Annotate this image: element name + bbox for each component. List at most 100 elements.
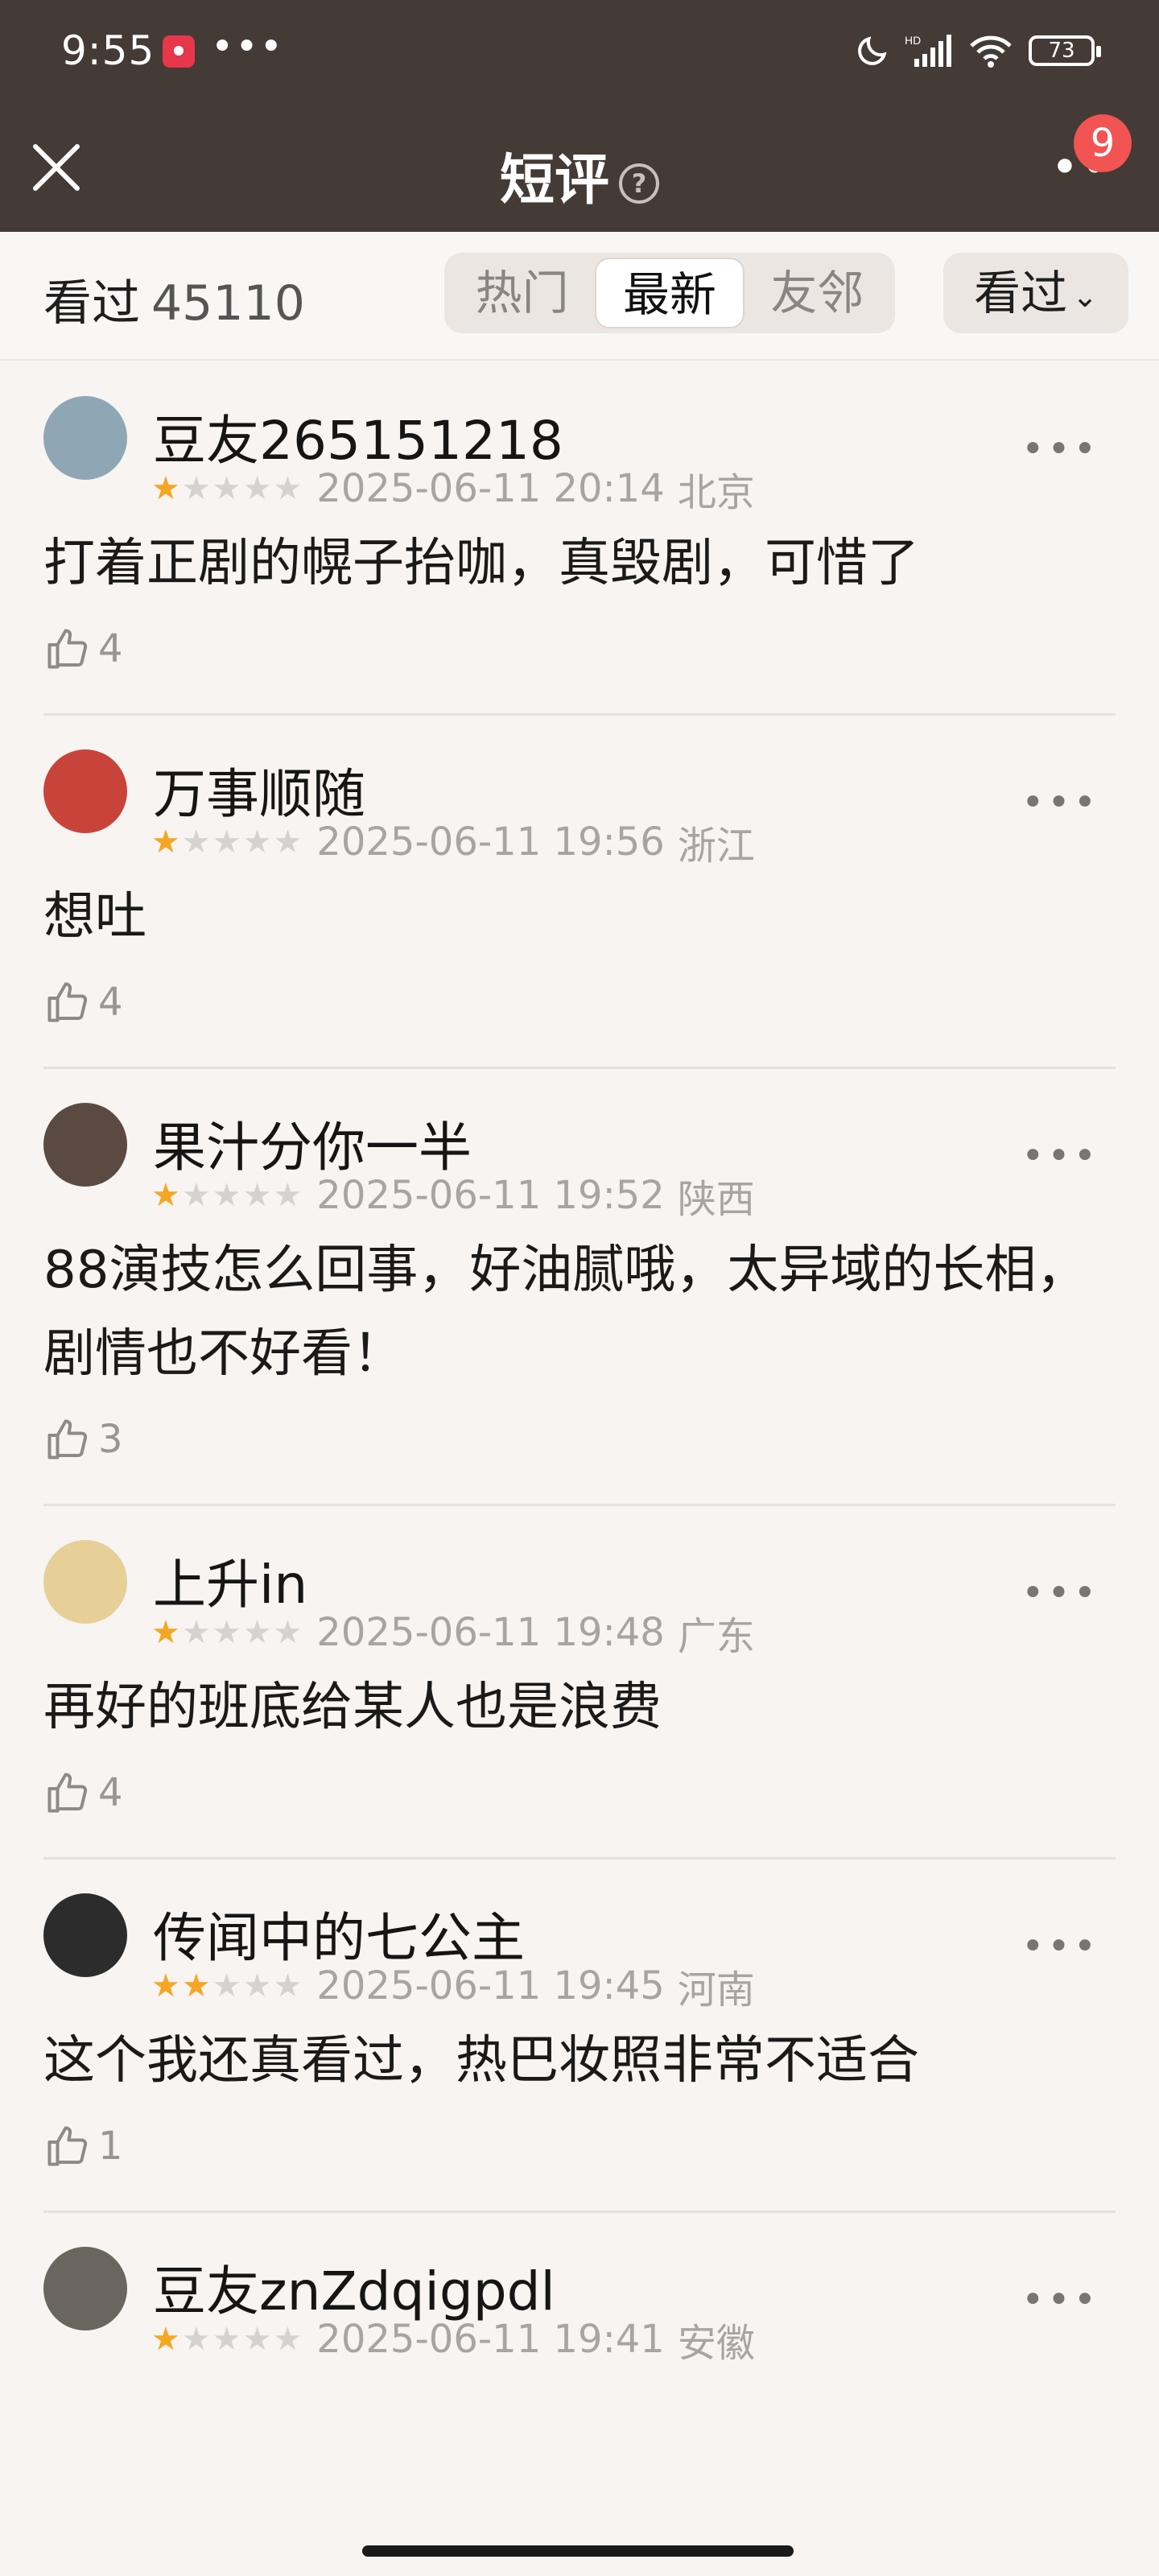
comment-item[interactable]: 果汁分你一半 ★ ★ ★ ★ ★ 2025-06-11 19:52 陕西 ••• 88演技怎么回事…	[0, 1069, 1159, 1506]
rating-stars: ★ ★ ★ ★ ★	[151, 473, 302, 505]
comment-location: 安徽	[677, 2321, 755, 2366]
avatar[interactable]	[43, 749, 127, 833]
page-title: 短评	[499, 149, 609, 213]
help-icon[interactable]: ?	[619, 163, 659, 204]
comment-item[interactable]: 上升in ★ ★ ★ ★ ★ 2025-06-11 19:48 广东 ••• 再好的班底给某人也是…	[0, 1506, 1159, 1860]
home-indicator[interactable]	[362, 2545, 794, 2557]
comment-datetime: 2025-06-11 19:52	[316, 1173, 665, 1218]
like-button[interactable]: 3	[43, 1407, 1116, 1472]
comment-header: 豆友265151218 ★ ★ ★ ★ ★ 2025-06-11 20:14 北京 •••	[43, 362, 1116, 515]
like-count: 4	[98, 1770, 123, 1815]
avatar[interactable]	[43, 1540, 127, 1624]
comment-location: 陕西	[677, 1177, 755, 1222]
star-icon: ★	[181, 1967, 211, 2004]
avatar[interactable]	[43, 396, 127, 480]
star-icon: ★	[181, 1614, 211, 1651]
rating-stars: ★ ★ ★ ★ ★	[151, 1179, 302, 1212]
star-icon: ★	[242, 2321, 272, 2358]
star-icon: ★	[212, 470, 241, 507]
comment-location: 河南	[677, 1967, 755, 2013]
like-button[interactable]: 4	[43, 617, 1116, 681]
star-icon: ★	[181, 1177, 211, 1214]
comment-meta: ★ ★ ★ ★ ★ 2025-06-11 19:56 浙江	[151, 814, 755, 870]
comment-datetime: 2025-06-11 19:56	[316, 819, 665, 865]
comment-list: 豆友265151218 ★ ★ ★ ★ ★ 2025-06-11 20:14 北京 ••• 打着正…	[0, 362, 1159, 2366]
comment-item[interactable]: 豆友znZdqigpdl ★ ★ ★ ★ ★ 2025-06-11 19:41 安徽 •••	[0, 2213, 1159, 2366]
signal-icon: HD	[905, 34, 951, 67]
filter-bar: 看过 45110 热门 最新 友邻 看过 ⌄	[0, 232, 1159, 361]
comment-more-button[interactable]: •••	[1021, 1133, 1099, 1179]
like-button[interactable]: 4	[43, 970, 1116, 1034]
thumbs-up-icon	[47, 1773, 88, 1813]
avatar[interactable]	[43, 1103, 127, 1187]
comment-meta: ★ ★ ★ ★ ★ 2025-06-11 19:41 安徽	[151, 2311, 755, 2368]
like-button[interactable]: 4	[43, 1761, 1116, 1825]
star-icon: ★	[242, 1177, 272, 1214]
chevron-down-icon: ⌄	[1072, 278, 1098, 314]
battery-icon: 73	[1029, 35, 1101, 66]
tab-hot[interactable]: 热门	[449, 258, 595, 328]
like-count: 1	[98, 2124, 123, 2169]
thumbs-up-icon	[47, 2126, 88, 2166]
comment-meta: ★ ★ ★ ★ ★ 2025-06-11 19:48 广东	[151, 1604, 755, 1661]
comment-more-button[interactable]: •••	[1021, 427, 1099, 472]
comment-datetime: 2025-06-11 20:14	[316, 466, 665, 511]
star-icon: ★	[212, 2321, 241, 2358]
comment-datetime: 2025-06-11 19:45	[316, 1963, 665, 2008]
seen-number: 45110	[151, 275, 305, 332]
avatar[interactable]	[43, 2247, 127, 2330]
like-count: 4	[98, 626, 123, 671]
comment-meta: ★ ★ ★ ★ ★ 2025-06-11 20:14 北京	[151, 460, 755, 517]
svg-text:HD: HD	[905, 34, 921, 47]
like-button[interactable]: 1	[43, 2114, 1116, 2178]
comment-location: 北京	[677, 470, 755, 515]
notification-badge[interactable]: 9	[1074, 114, 1132, 172]
star-icon: ★	[151, 1177, 180, 1214]
star-icon: ★	[212, 1967, 241, 2004]
tab-friends[interactable]: 友邻	[744, 258, 890, 328]
comment-item[interactable]: 万事顺随 ★ ★ ★ ★ ★ 2025-06-11 19:56 浙江 ••• 想吐 4	[0, 716, 1159, 1069]
thumbs-up-icon	[47, 982, 88, 1022]
comment-header: 万事顺随 ★ ★ ★ ★ ★ 2025-06-11 19:56 浙江 •••	[43, 716, 1116, 869]
seen-label: 看过	[43, 275, 140, 332]
like-count: 4	[98, 980, 123, 1025]
comment-more-button[interactable]: •••	[1021, 1571, 1099, 1616]
status-filter-dropdown[interactable]: 看过 ⌄	[943, 253, 1128, 333]
app-notification-icon	[163, 35, 195, 68]
comment-item[interactable]: 传闻中的七公主 ★ ★ ★ ★ ★ 2025-06-11 19:45 河南 ••• 这个我还真看过…	[0, 1860, 1159, 2213]
comment-item[interactable]: 豆友265151218 ★ ★ ★ ★ ★ 2025-06-11 20:14 北京 ••• 打着正…	[0, 362, 1159, 716]
comment-more-button[interactable]: •••	[1021, 780, 1099, 825]
star-icon: ★	[212, 1614, 241, 1651]
star-icon: ★	[273, 1967, 303, 2004]
comment-meta: ★ ★ ★ ★ ★ 2025-06-11 19:45 河南	[151, 1958, 755, 2014]
star-icon: ★	[242, 470, 272, 507]
comment-location: 浙江	[677, 824, 755, 869]
star-icon: ★	[151, 2321, 180, 2358]
star-icon: ★	[273, 824, 303, 861]
comment-datetime: 2025-06-11 19:48	[316, 1610, 665, 1655]
star-icon: ★	[151, 470, 180, 507]
sort-tabs: 热门 最新 友邻	[444, 253, 895, 333]
star-icon: ★	[273, 2321, 303, 2358]
comment-text: 打着正剧的幌子抬咖，真毁剧，可惜了	[43, 534, 919, 593]
status-more-dots: •••	[211, 24, 284, 69]
comment-text: 想吐	[43, 887, 146, 947]
avatar[interactable]	[43, 1893, 127, 1977]
star-icon: ★	[181, 824, 211, 861]
seen-count: 看过 45110	[43, 264, 305, 334]
tab-latest[interactable]: 最新	[595, 258, 744, 328]
comment-text: 88演技怎么回事，好油腻哦，太异域的长相，剧情也不好看！	[43, 1241, 1088, 1384]
status-time: 9:55	[61, 27, 155, 74]
star-icon: ★	[242, 1967, 272, 2004]
star-icon: ★	[151, 824, 180, 861]
comment-header: 上升in ★ ★ ★ ★ ★ 2025-06-11 19:48 广东 •••	[43, 1506, 1116, 1659]
star-icon: ★	[273, 470, 303, 507]
star-icon: ★	[242, 824, 272, 861]
page-title-wrap: 短评?	[0, 135, 1159, 215]
thumbs-up-icon	[47, 629, 88, 669]
star-icon: ★	[181, 2321, 211, 2358]
nav-header: 短评? •• 9	[0, 103, 1159, 232]
comment-more-button[interactable]: •••	[1021, 1924, 1099, 1969]
comment-more-button[interactable]: •••	[1021, 2277, 1099, 2322]
status-right-icons: HD 73	[855, 31, 1101, 71]
